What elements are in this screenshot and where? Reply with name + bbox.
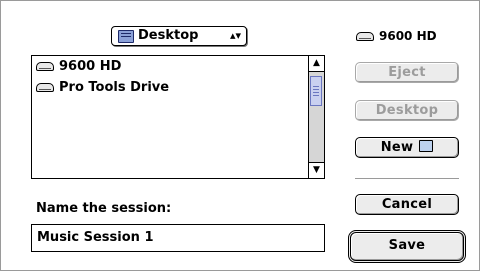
session-name-label: Name the session: [36, 201, 172, 216]
current-volume-label: 9600 HD [379, 29, 437, 43]
hard-disk-icon [36, 62, 54, 71]
scroll-up-arrow-icon[interactable]: ▲ [309, 56, 324, 72]
cancel-button[interactable]: Cancel [355, 194, 459, 215]
location-popup-label: Desktop [138, 28, 199, 43]
current-volume: 9600 HD [356, 29, 437, 43]
vertical-scrollbar[interactable]: ▲ ▼ [308, 56, 324, 178]
desktop-folder-icon [118, 30, 134, 43]
list-item[interactable]: 9600 HD [32, 56, 308, 77]
file-list[interactable]: 9600 HD Pro Tools Drive ▲ ▼ [31, 55, 325, 179]
location-popup[interactable]: Desktop ▴▾ [111, 26, 247, 46]
list-item-label: Pro Tools Drive [59, 80, 170, 95]
scroll-down-arrow-icon[interactable]: ▼ [309, 162, 324, 178]
new-folder-button-label: New [380, 140, 414, 155]
hard-disk-icon [356, 31, 374, 41]
save-button[interactable]: Save [348, 230, 466, 263]
popup-arrows-icon: ▴▾ [229, 29, 241, 42]
list-item[interactable]: Pro Tools Drive [32, 77, 308, 98]
new-folder-button[interactable]: New [355, 137, 459, 158]
divider [355, 178, 459, 179]
eject-button[interactable]: Eject [355, 62, 459, 83]
save-session-dialog: Desktop ▴▾ 9600 HD Pro Tools Drive ▲ ▼ 9… [0, 0, 480, 271]
list-item-label: 9600 HD [59, 59, 122, 74]
scroll-thumb[interactable] [310, 76, 322, 106]
file-list-items: 9600 HD Pro Tools Drive [32, 56, 308, 178]
new-folder-icon [419, 140, 434, 152]
desktop-button[interactable]: Desktop [355, 100, 459, 121]
session-name-field[interactable]: Music Session 1 [31, 224, 325, 252]
hard-disk-icon [36, 83, 54, 92]
